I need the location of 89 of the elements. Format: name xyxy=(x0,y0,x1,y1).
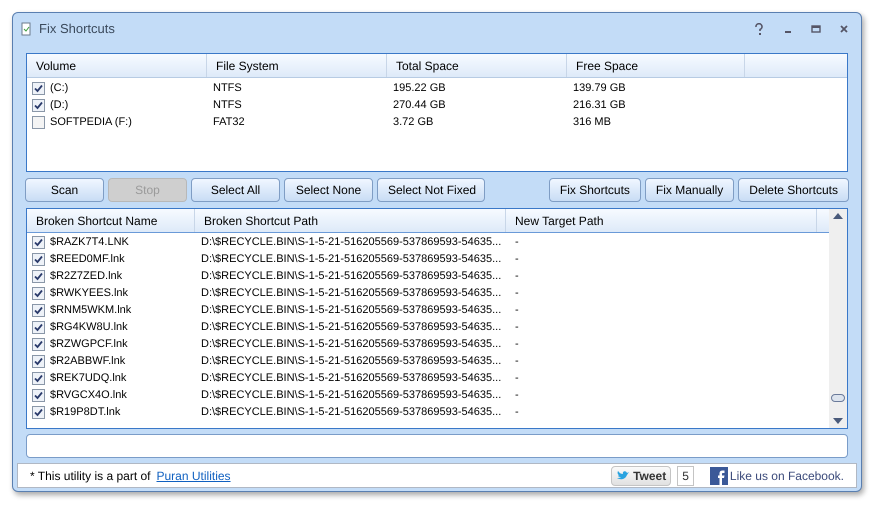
table-cell: - xyxy=(515,304,519,316)
checkbox[interactable] xyxy=(32,304,45,317)
checkbox[interactable] xyxy=(32,99,45,112)
checkbox[interactable] xyxy=(32,287,45,300)
volume-name: (D:) xyxy=(50,98,68,114)
column-header[interactable]: Free Space xyxy=(576,56,638,74)
volume-name: SOFTPEDIA (F:) xyxy=(50,115,132,130)
scroll-thumb[interactable] xyxy=(831,394,845,402)
table-cell: FAT32 xyxy=(213,116,245,128)
shortcut-name: $RWKYEES.lnk xyxy=(50,286,128,302)
table-cell: 216.31 GB xyxy=(573,99,626,112)
table-cell: D:\$RECYCLE.BIN\S-1-5-21-516205569-537869593-54635... xyxy=(201,270,502,282)
table-cell: 195.22 GB xyxy=(393,82,446,94)
checkbox[interactable] xyxy=(32,270,45,283)
column-header[interactable]: Broken Shortcut Path xyxy=(204,212,318,230)
shortcut-name: $REED0MF.lnk xyxy=(50,252,125,268)
table-cell: D:\$RECYCLE.BIN\S-1-5-21-516205569-537869593-54635... xyxy=(201,338,502,350)
checkbox[interactable] xyxy=(32,253,45,266)
table-cell: - xyxy=(515,355,519,368)
help-icon[interactable] xyxy=(753,23,765,35)
scroll-down-icon[interactable] xyxy=(833,418,843,424)
bird-icon xyxy=(616,470,630,481)
facebook-link[interactable]: Like us on Facebook. xyxy=(730,466,844,484)
shortcut-name: $REK7UDQ.lnk xyxy=(50,371,126,386)
table-cell: - xyxy=(515,270,519,282)
checkbox[interactable] xyxy=(32,321,45,334)
tweet-count: 5 xyxy=(677,466,694,486)
shortcut-name: $RVGCX4O.lnk xyxy=(50,388,127,404)
table-cell: NTFS xyxy=(213,99,242,112)
table-cell: D:\$RECYCLE.BIN\S-1-5-21-516205569-537869593-54635... xyxy=(201,355,502,368)
table-cell: D:\$RECYCLE.BIN\S-1-5-21-516205569-537869593-54635... xyxy=(201,372,502,384)
table-cell: D:\$RECYCLE.BIN\S-1-5-21-516205569-537869593-54635... xyxy=(201,236,502,248)
facebook-icon[interactable] xyxy=(710,466,728,484)
column-header[interactable]: Total Space xyxy=(396,56,459,74)
action-button[interactable]: Select None xyxy=(284,178,373,202)
column-header[interactable]: Broken Shortcut Name xyxy=(36,212,158,230)
checkbox[interactable] xyxy=(32,338,45,351)
scrollbar[interactable] xyxy=(829,209,847,428)
checkbox[interactable] xyxy=(32,389,45,402)
footer-note: * This utility is a part of xyxy=(30,468,150,484)
action-button[interactable]: Select Not Fixed xyxy=(377,178,485,202)
column-header[interactable]: Volume xyxy=(36,56,76,74)
table-cell: 316 MB xyxy=(573,116,611,128)
action-button[interactable]: Fix Manually xyxy=(644,178,734,202)
shortcut-name: $RG4KW8U.lnk xyxy=(50,320,128,336)
shortcut-name: $R2Z7ZED.lnk xyxy=(50,269,122,284)
table-cell: NTFS xyxy=(213,82,242,94)
volume-name: (C:) xyxy=(50,81,68,96)
shortcut-name: $RAZK7T4.LNK xyxy=(50,235,129,250)
shortcut-name: $RNM5WKM.lnk xyxy=(50,303,132,318)
tweet-button[interactable]: Tweet xyxy=(611,466,672,486)
table-cell: - xyxy=(515,287,519,300)
action-button[interactable]: Scan xyxy=(25,178,104,202)
column-header[interactable]: New Target Path xyxy=(515,212,604,230)
column-header[interactable]: File System xyxy=(216,56,279,74)
utilities-link[interactable]: Puran Utilities xyxy=(156,466,231,484)
table-cell: D:\$RECYCLE.BIN\S-1-5-21-516205569-537869593-54635... xyxy=(201,287,502,300)
table-cell: - xyxy=(515,406,519,418)
checkbox[interactable] xyxy=(32,355,45,368)
scroll-up-icon[interactable] xyxy=(833,213,843,219)
close-icon[interactable] xyxy=(839,24,849,34)
window-title: Fix Shortcuts xyxy=(39,20,116,38)
table-cell: 3.72 GB xyxy=(393,116,434,128)
table-cell: 270.44 GB xyxy=(393,99,446,112)
checkbox[interactable] xyxy=(32,406,45,419)
checkbox[interactable] xyxy=(32,236,45,249)
document-icon xyxy=(21,22,31,36)
table-cell: 139.79 GB xyxy=(573,82,626,94)
table-cell: D:\$RECYCLE.BIN\S-1-5-21-516205569-537869593-54635... xyxy=(201,321,502,334)
table-cell: - xyxy=(515,253,519,266)
checkbox[interactable] xyxy=(32,82,45,95)
maximize-icon[interactable] xyxy=(811,24,821,34)
shortcut-name: $R2ABBWF.lnk xyxy=(50,354,126,370)
action-button[interactable]: Select All xyxy=(191,178,280,202)
shortcut-name: $R19P8DT.lnk xyxy=(50,405,120,420)
table-cell: - xyxy=(515,338,519,350)
table-cell: - xyxy=(515,389,519,402)
table-cell: D:\$RECYCLE.BIN\S-1-5-21-516205569-537869593-54635... xyxy=(201,304,502,316)
table-cell: D:\$RECYCLE.BIN\S-1-5-21-516205569-537869593-54635... xyxy=(201,406,502,418)
action-button[interactable]: Delete Shortcuts xyxy=(738,178,849,202)
table-cell: D:\$RECYCLE.BIN\S-1-5-21-516205569-537869593-54635... xyxy=(201,389,502,402)
table-cell: D:\$RECYCLE.BIN\S-1-5-21-516205569-537869593-54635... xyxy=(201,253,502,266)
checkbox[interactable] xyxy=(32,116,45,129)
checkbox[interactable] xyxy=(32,372,45,385)
action-button[interactable]: Fix Shortcuts xyxy=(548,178,641,202)
shortcut-name: $RZWGPCF.lnk xyxy=(50,337,128,352)
table-cell: - xyxy=(515,372,519,384)
table-cell: - xyxy=(515,236,519,248)
table-cell: - xyxy=(515,321,519,334)
